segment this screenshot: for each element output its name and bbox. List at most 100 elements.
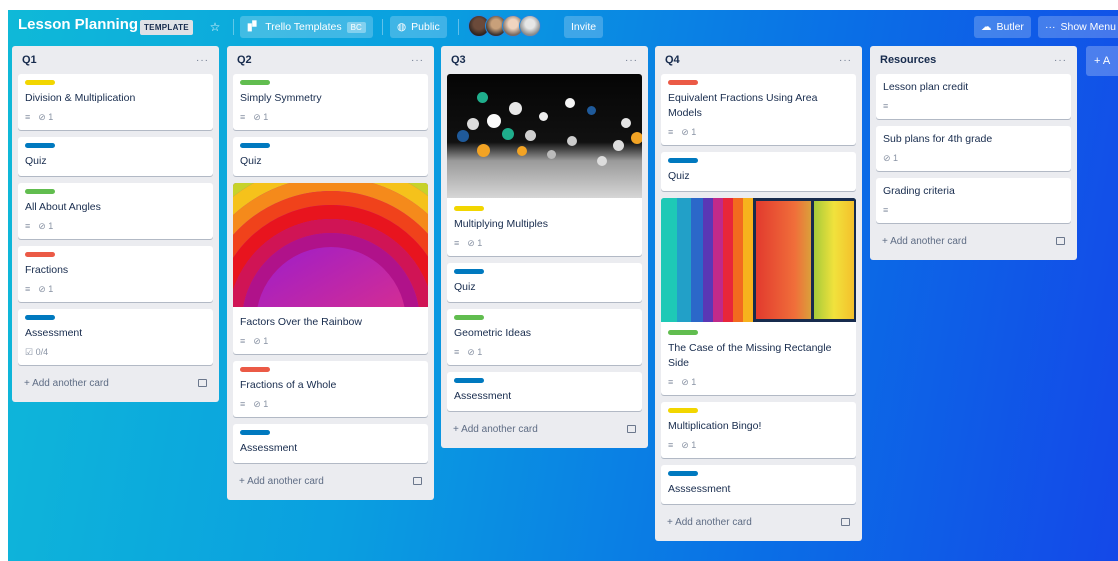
card-badges: ≡ ⊘ 1	[454, 237, 635, 249]
card-assessment[interactable]: Assessment ☑ 0/4	[18, 309, 213, 365]
list-header[interactable]: Resources ···	[876, 46, 1071, 74]
card-factors-over-the-rainbow[interactable]: Factors Over the Rainbow ≡ ⊘ 1	[233, 183, 428, 354]
card-label-blue[interactable]	[240, 143, 270, 148]
card-multiplication-bingo[interactable]: Multiplication Bingo! ≡ ⊘ 1	[661, 402, 856, 458]
card-badges: ≡ ⊘ 1	[668, 126, 849, 138]
card-quiz[interactable]: Quiz	[661, 152, 856, 191]
list-title[interactable]: Q1	[22, 54, 37, 66]
card-label-red[interactable]	[240, 367, 270, 372]
card-title: Geometric Ideas	[454, 327, 532, 339]
card-division-multiplication[interactable]: Division & Multiplication ≡ ⊘ 1	[18, 74, 213, 130]
card-label-blue[interactable]	[454, 378, 484, 383]
description-icon: ≡	[25, 284, 31, 294]
card-template-icon[interactable]	[198, 379, 207, 387]
card-quiz[interactable]: Quiz	[447, 263, 642, 302]
card-simply-symmetry[interactable]: Simply Symmetry ≡ ⊘ 1	[233, 74, 428, 130]
card-label-yellow[interactable]	[25, 80, 55, 85]
list-menu-icon[interactable]: ···	[411, 55, 424, 66]
add-card-button[interactable]: + Add another card	[233, 470, 428, 492]
card-label-red[interactable]	[668, 80, 698, 85]
header-divider	[458, 19, 459, 35]
card-title: Multiplying Multiples	[454, 218, 548, 230]
card-fractions-of-a-whole[interactable]: Fractions of a Whole ≡ ⊘ 1	[233, 361, 428, 417]
card-title: The Case of the Missing Rectangle Side	[668, 342, 832, 369]
card-title: Quiz	[454, 281, 476, 293]
list-header[interactable]: Q1 ···	[18, 46, 213, 74]
workspace-label: Trello Templates	[265, 21, 342, 33]
list-q4: Q4 ··· Equivalent Fractions Using Area M…	[655, 46, 862, 541]
card-fractions[interactable]: Fractions ≡ ⊘ 1	[18, 246, 213, 302]
attachment-badge: ⊘ 1	[467, 237, 483, 248]
card-label-green[interactable]	[668, 330, 698, 335]
card-label-blue[interactable]	[454, 269, 484, 274]
checklist-badge: ☑ 0/4	[25, 346, 49, 357]
card-label-green[interactable]	[454, 315, 484, 320]
list-menu-icon[interactable]: ···	[1054, 55, 1067, 66]
visibility-button[interactable]: ◍ Public	[390, 16, 447, 38]
show-menu-button[interactable]: ··· Show Menu	[1038, 16, 1118, 38]
card-lesson-plan-credit[interactable]: Lesson plan credit ≡	[876, 74, 1071, 119]
card-label-red[interactable]	[25, 252, 55, 257]
list-menu-icon[interactable]: ···	[625, 55, 638, 66]
list-title[interactable]: Q2	[237, 54, 252, 66]
card-label-blue[interactable]	[25, 143, 55, 148]
card-assessment[interactable]: Assessment	[447, 372, 642, 411]
card-label-yellow[interactable]	[454, 206, 484, 211]
card-missing-rectangle-side[interactable]: The Case of the Missing Rectangle Side ≡…	[661, 198, 856, 395]
card-equivalent-fractions[interactable]: Equivalent Fractions Using Area Models ≡…	[661, 74, 856, 145]
card-title: Grading criteria	[883, 185, 955, 197]
card-multiplying-multiples[interactable]: Multiplying Multiples ≡ ⊘ 1	[447, 74, 642, 256]
add-list-button[interactable]: + A	[1086, 46, 1118, 76]
list-title[interactable]: Q4	[665, 54, 680, 66]
board-title[interactable]: Lesson Planning	[18, 16, 138, 33]
card-label-blue[interactable]	[668, 471, 698, 476]
workspace-badge: BC	[346, 21, 366, 33]
card-quiz[interactable]: Quiz	[233, 137, 428, 176]
list-header[interactable]: Q2 ···	[233, 46, 428, 74]
description-icon: ≡	[454, 238, 460, 248]
add-card-button[interactable]: + Add another card	[661, 511, 856, 533]
card-geometric-ideas[interactable]: Geometric Ideas ≡ ⊘ 1	[447, 309, 642, 365]
board-icon: ▮▘	[247, 21, 261, 33]
attachment-badge: ⊘ 1	[253, 111, 269, 122]
card-grading-criteria[interactable]: Grading criteria ≡	[876, 178, 1071, 223]
card-sub-plans[interactable]: Sub plans for 4th grade ⊘ 1	[876, 126, 1071, 171]
add-card-label: + Add another card	[239, 475, 324, 487]
add-card-button[interactable]: + Add another card	[18, 372, 213, 394]
butler-button[interactable]: ☁ Butler	[974, 16, 1031, 38]
list-title[interactable]: Q3	[451, 54, 466, 66]
card-label-green[interactable]	[25, 189, 55, 194]
invite-button[interactable]: Invite	[564, 16, 604, 38]
list-menu-icon[interactable]: ···	[196, 55, 209, 66]
card-template-icon[interactable]	[627, 425, 636, 433]
card-assessment[interactable]: Assessment	[233, 424, 428, 463]
card-quiz[interactable]: Quiz	[18, 137, 213, 176]
list-header[interactable]: Q3 ···	[447, 46, 642, 74]
card-cover-image	[661, 198, 856, 322]
card-badges: ≡	[883, 100, 1064, 112]
star-icon[interactable]: ☆	[204, 16, 226, 38]
add-card-label: + Add another card	[24, 377, 109, 389]
add-card-button[interactable]: + Add another card	[447, 418, 642, 440]
card-label-blue[interactable]	[25, 315, 55, 320]
card-title: Equivalent Fractions Using Area Models	[668, 92, 818, 119]
card-label-yellow[interactable]	[668, 408, 698, 413]
card-label-green[interactable]	[240, 80, 270, 85]
add-card-button[interactable]: + Add another card	[876, 230, 1071, 252]
card-all-about-angles[interactable]: All About Angles ≡ ⊘ 1	[18, 183, 213, 239]
list-header[interactable]: Q4 ···	[661, 46, 856, 74]
card-label-blue[interactable]	[240, 430, 270, 435]
card-cover-image	[447, 74, 642, 198]
description-icon: ≡	[883, 205, 889, 215]
card-assessment[interactable]: Asssessment	[661, 465, 856, 504]
list-menu-icon[interactable]: ···	[839, 55, 852, 66]
avatar[interactable]	[519, 15, 541, 37]
card-template-icon[interactable]	[413, 477, 422, 485]
card-title: Multiplication Bingo!	[668, 420, 762, 432]
workspace-button[interactable]: ▮▘ Trello Templates BC	[240, 16, 373, 38]
list-title[interactable]: Resources	[880, 54, 936, 66]
attachment-badge: ⊘ 1	[253, 398, 269, 409]
card-template-icon[interactable]	[841, 518, 850, 526]
card-template-icon[interactable]	[1056, 237, 1065, 245]
card-label-blue[interactable]	[668, 158, 698, 163]
